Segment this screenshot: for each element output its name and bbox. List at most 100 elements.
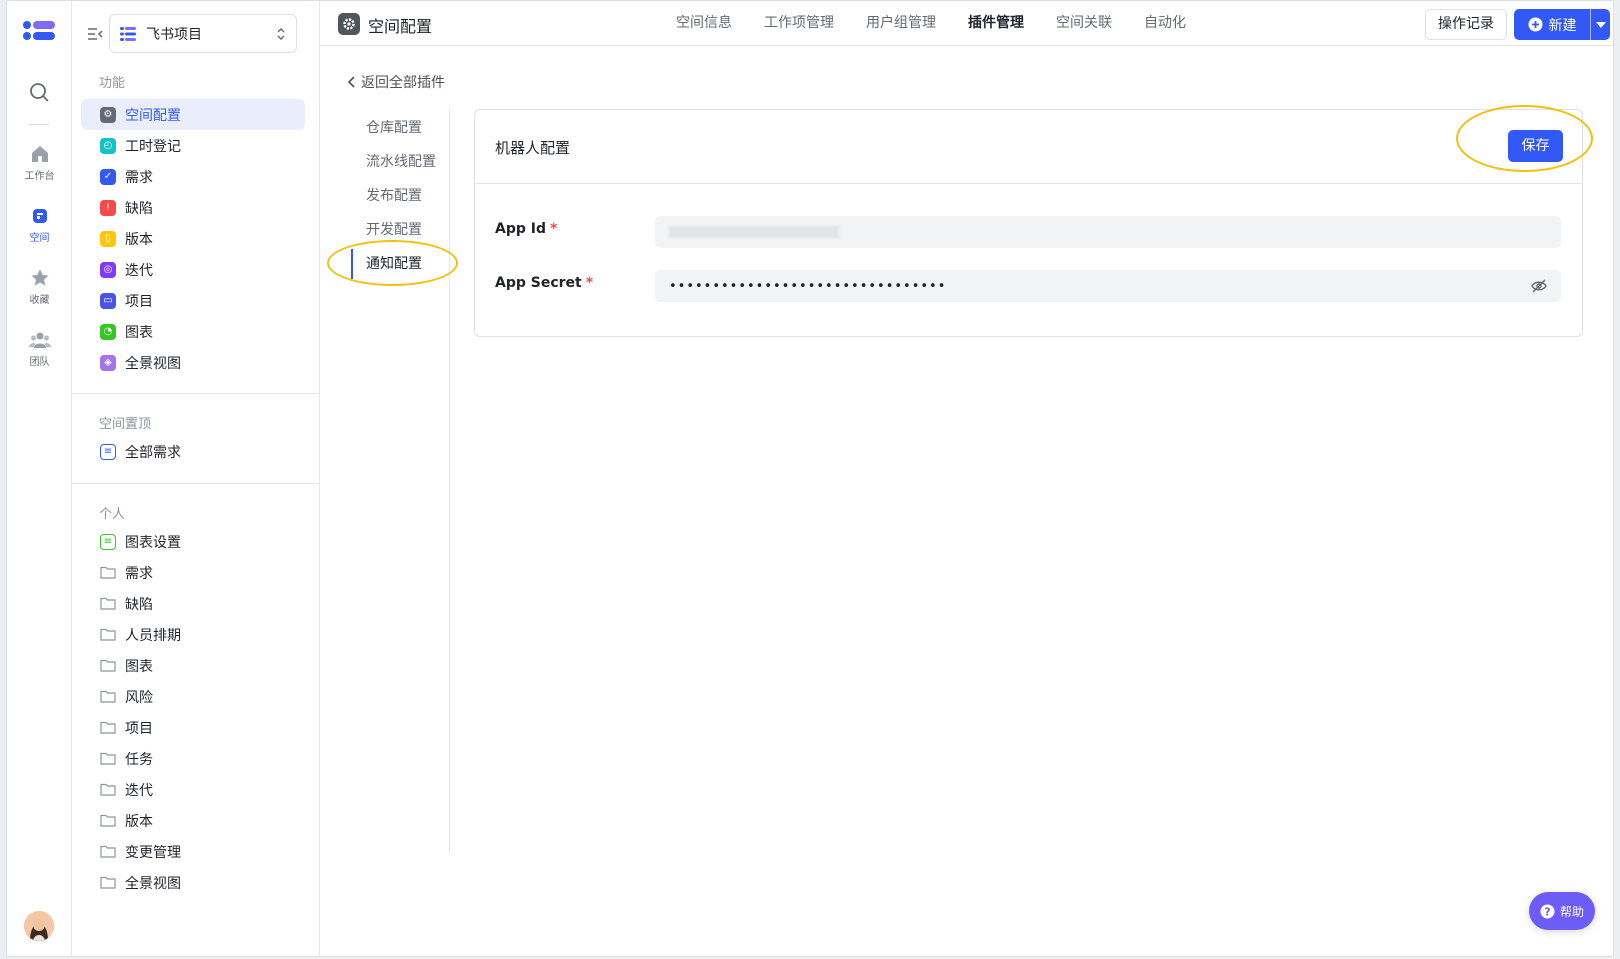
folder-icon [100,752,116,765]
app-id-field[interactable] [655,216,1561,248]
card-header: 机器人配置 保存 [475,110,1582,184]
panorama-icon: ◈ [100,354,116,371]
timesheet-icon: ◴ [100,137,116,154]
required-mark: * [549,221,558,237]
project-selector[interactable]: 飞书项目 [109,14,297,53]
sidebar-item-label: 版本 [125,231,153,248]
help-button-label: 帮助 [1559,904,1584,919]
sidebar-item-label: 项目 [125,720,153,737]
sidebar-item-folder[interactable]: 需求 [81,557,305,588]
annotation-ellipse-save [1456,105,1593,172]
sidebar-item-chart-settings[interactable]: ≡ 图表设置 [81,526,305,557]
section-title-features: 功能 [99,76,126,91]
sidebar-item-label: 全部需求 [125,444,181,461]
rail-item-label: 工作台 [24,171,55,182]
sidebar-item-folder[interactable]: 版本 [81,805,305,836]
back-to-all-plugins-link[interactable]: 返回全部插件 [347,72,445,92]
sidebar-item-versions[interactable]: ▯ 版本 [81,223,305,254]
folder-icon [100,628,116,641]
robot-config-card: 机器人配置 保存 App Id * App Secret * •••••••••••… [474,109,1583,337]
sidebar-item-label: 需求 [125,169,153,186]
folder-icon [100,597,116,610]
new-dropdown-button[interactable] [1590,9,1610,40]
left-rail: 工作台 空间 收藏 团队 [7,1,72,956]
sidebar-item-folder[interactable]: 全景视图 [81,867,305,898]
sidebar-item-folder[interactable]: 项目 [81,712,305,743]
chevron-updown-icon [277,27,285,40]
app-secret-value: •••••••••••••••••••••••••••••••• [669,278,947,294]
new-button-group: 新建 [1514,9,1610,40]
sidebar-item-folder[interactable]: 图表 [81,650,305,681]
app-secret-field[interactable]: •••••••••••••••••••••••••••••••• [655,270,1561,302]
sidebar-item-requirements[interactable]: ✓ 需求 [81,161,305,192]
rail-item-favorites[interactable]: 收藏 [7,268,72,306]
help-button[interactable]: ? 帮助 [1529,892,1595,930]
sidebar-item-timesheet[interactable]: ◴ 工时登记 [81,130,305,161]
sidebar-item-space-config[interactable]: ⚙ 空间配置 [81,99,305,130]
sidebar-item-label: 缺陷 [125,200,153,217]
back-link-label: 返回全部插件 [361,75,445,91]
tab-work-item-management[interactable]: 工作项管理 [748,1,850,46]
rail-divider [29,124,49,125]
eye-off-icon[interactable] [1531,279,1547,293]
sidebar-item-folder[interactable]: 缺陷 [81,588,305,619]
collapse-sidebar-icon[interactable] [86,25,104,43]
page-title: 空间配置 [368,17,433,36]
operation-log-button[interactable]: 操作记录 [1425,9,1507,40]
sidebar-item-charts[interactable]: ◔ 图表 [81,316,305,347]
requirement-icon: ✓ [100,168,116,185]
rail-item-space[interactable]: 空间 [7,206,72,244]
tab-automation[interactable]: 自动化 [1128,1,1202,46]
sidebar-item-label: 风险 [125,689,153,706]
plus-circle-icon [1528,17,1542,32]
sidebar-item-projects[interactable]: ▭ 项目 [81,285,305,316]
app-secret-label: App Secret * [495,275,594,291]
section-title-personal: 个人 [99,507,126,522]
defect-icon: ! [100,199,116,216]
user-avatar[interactable] [24,911,54,941]
sidebar-item-folder[interactable]: 迭代 [81,774,305,805]
tab-user-group-management[interactable]: 用户组管理 [850,1,952,46]
sidebar-item-folder[interactable]: 风险 [81,681,305,712]
question-icon: ? [1540,904,1555,918]
sidebar-item-label: 图表 [125,658,153,675]
sidebar-item-folder[interactable]: 人员排期 [81,619,305,650]
sidebar-divider [72,393,320,394]
subnav-item-pipeline[interactable]: 流水线配置 [347,147,449,177]
new-button[interactable]: 新建 [1514,15,1590,35]
iteration-icon: ◎ [100,261,116,278]
rail-item-workbench[interactable]: 工作台 [7,144,72,182]
sidebar-item-defects[interactable]: ! 缺陷 [81,192,305,223]
app-logo-icon[interactable] [23,21,55,45]
folder-icon [100,814,116,827]
subnav-item-release[interactable]: 发布配置 [347,181,449,211]
card-title: 机器人配置 [495,139,571,157]
tab-plugin-management[interactable]: 插件管理 [952,1,1040,46]
version-icon: ▯ [100,230,116,247]
rail-item-label: 空间 [29,233,50,244]
sidebar-item-panorama[interactable]: ◈ 全景视图 [81,347,305,378]
subnav-item-repository[interactable]: 仓库配置 [347,113,449,143]
sidebar-item-all-requirements[interactable]: ≡ 全部需求 [81,436,305,467]
sidebar-item-folder[interactable]: 任务 [81,743,305,774]
section-title-pinned: 空间置顶 [99,417,152,432]
rail-item-team[interactable]: 团队 [7,330,72,368]
team-icon [28,332,51,348]
project-logo-icon [120,26,136,41]
sidebar-item-label: 图表 [125,324,153,341]
tab-space-association[interactable]: 空间关联 [1040,1,1128,46]
sidebar-item-label: 工时登记 [125,138,181,155]
sidebar-item-label: 全景视图 [125,875,181,892]
sidebar-item-label: 全景视图 [125,355,181,372]
sidebar-item-folder[interactable]: 变更管理 [81,836,305,867]
tab-space-info[interactable]: 空间信息 [660,1,748,46]
sidebar-item-label: 迭代 [125,782,153,799]
search-icon[interactable] [27,80,51,104]
list-icon: ≡ [100,533,116,550]
top-bar: 空间配置 空间信息 工作项管理 用户组管理 插件管理 空间关联 自动化 操作记录… [320,1,1613,46]
project-name: 飞书项目 [146,26,202,43]
sidebar-item-label: 空间配置 [125,107,181,124]
sidebar-item-iterations[interactable]: ◎ 迭代 [81,254,305,285]
gear-icon [338,13,360,35]
sidebar-item-label: 缺陷 [125,596,153,613]
